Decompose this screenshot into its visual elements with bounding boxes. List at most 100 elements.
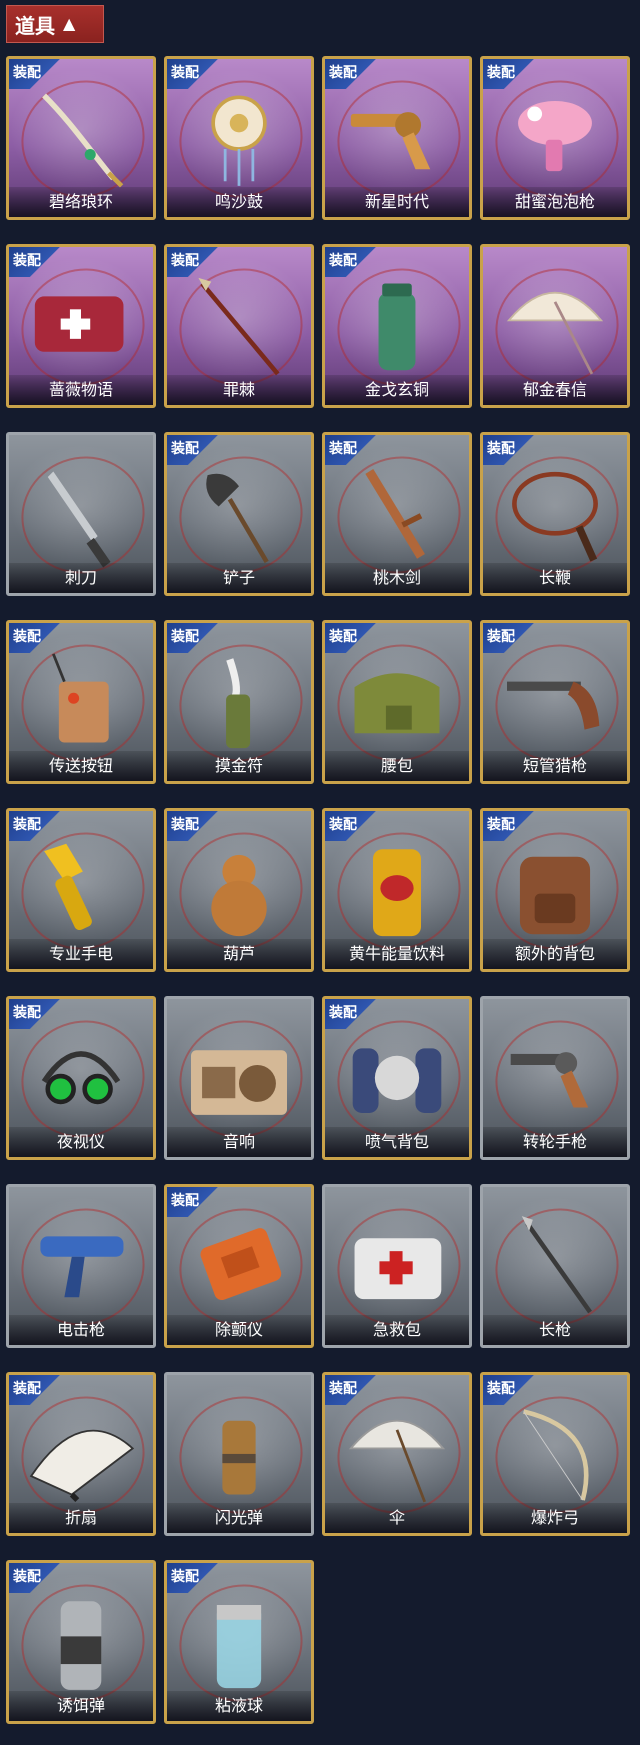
item-card[interactable]: 装配 摸金符 xyxy=(164,620,314,784)
equipped-badge: 装配 xyxy=(167,1563,221,1593)
item-card[interactable]: 装配 鸣沙鼓 xyxy=(164,56,314,220)
defibrillator-icon xyxy=(167,1205,311,1325)
item-card[interactable]: 装配 碧络琅环 xyxy=(6,56,156,220)
fan-icon xyxy=(9,1393,153,1513)
backpack-icon xyxy=(483,829,627,949)
equipped-badge: 装配 xyxy=(167,811,221,841)
item-name: 黄牛能量饮料 xyxy=(325,939,469,969)
item-card[interactable]: 郁金春信 xyxy=(480,244,630,408)
item-name: 新星时代 xyxy=(325,187,469,217)
item-name: 额外的背包 xyxy=(483,939,627,969)
item-card[interactable]: 装配 长鞭 xyxy=(480,432,630,596)
radio-icon xyxy=(167,1017,311,1137)
item-card[interactable]: 闪光弹 xyxy=(164,1372,314,1536)
equipped-badge: 装配 xyxy=(325,1375,379,1405)
equipped-badge: 装配 xyxy=(483,623,537,653)
shovel-icon xyxy=(167,453,311,573)
medkit-icon xyxy=(9,265,153,385)
equipped-badge: 装配 xyxy=(9,1563,63,1593)
item-card[interactable]: 装配 额外的背包 xyxy=(480,808,630,972)
item-card[interactable]: 音响 xyxy=(164,996,314,1160)
item-name: 伞 xyxy=(325,1503,469,1533)
item-card[interactable]: 装配 除颤仪 xyxy=(164,1184,314,1348)
item-card[interactable]: 电击枪 xyxy=(6,1184,156,1348)
item-name: 郁金春信 xyxy=(483,375,627,405)
equipped-badge: 装配 xyxy=(167,247,221,277)
item-name: 短管猎枪 xyxy=(483,751,627,781)
item-card[interactable]: 装配 罪棘 xyxy=(164,244,314,408)
item-name: 诱饵弹 xyxy=(9,1691,153,1721)
category-tab-items[interactable]: 道具 ▲ xyxy=(6,5,104,43)
item-name: 长枪 xyxy=(483,1315,627,1345)
equipped-badge: 装配 xyxy=(325,435,379,465)
item-card[interactable]: 装配 腰包 xyxy=(322,620,472,784)
chevron-up-icon[interactable]: ▲ xyxy=(63,16,75,32)
item-card[interactable]: 装配 传送按钮 xyxy=(6,620,156,784)
bow-icon xyxy=(483,1393,627,1513)
item-card[interactable]: 装配 甜蜜泡泡枪 xyxy=(480,56,630,220)
bronze-canister-icon xyxy=(325,265,469,385)
item-name: 电击枪 xyxy=(9,1315,153,1345)
item-card[interactable]: 装配 新星时代 xyxy=(322,56,472,220)
item-card[interactable]: 装配 蔷薇物语 xyxy=(6,244,156,408)
item-name: 金戈玄铜 xyxy=(325,375,469,405)
item-card[interactable]: 刺刀 xyxy=(6,432,156,596)
umbrella-icon xyxy=(325,1393,469,1513)
spear-icon xyxy=(167,265,311,385)
slime-icon xyxy=(167,1581,311,1701)
item-name: 刺刀 xyxy=(9,563,153,593)
equipped-badge: 装配 xyxy=(9,59,63,89)
parasol-icon xyxy=(483,265,627,385)
lance-icon xyxy=(483,1205,627,1325)
equipped-badge: 装配 xyxy=(325,247,379,277)
equipped-badge: 装配 xyxy=(9,811,63,841)
decoy-icon xyxy=(9,1581,153,1701)
item-card[interactable]: 装配 喷气背包 xyxy=(322,996,472,1160)
equipped-badge: 装配 xyxy=(325,811,379,841)
shotgun-icon xyxy=(483,641,627,761)
item-name: 粘液球 xyxy=(167,1691,311,1721)
jade-sword-icon xyxy=(9,77,153,197)
item-card[interactable]: 装配 折扇 xyxy=(6,1372,156,1536)
item-card[interactable]: 装配 短管猎枪 xyxy=(480,620,630,784)
item-card[interactable]: 装配 爆炸弓 xyxy=(480,1372,630,1536)
equipped-badge: 装配 xyxy=(9,999,63,1029)
remote-icon xyxy=(9,641,153,761)
item-name: 急救包 xyxy=(325,1315,469,1345)
item-card[interactable]: 装配伞 xyxy=(322,1372,472,1536)
item-card[interactable]: 装配 铲子 xyxy=(164,432,314,596)
item-name: 爆炸弓 xyxy=(483,1503,627,1533)
equipped-badge: 装配 xyxy=(325,999,379,1029)
item-card[interactable]: 装配 桃木剑 xyxy=(322,432,472,596)
item-name: 除颤仪 xyxy=(167,1315,311,1345)
item-name: 蔷薇物语 xyxy=(9,375,153,405)
goggles-icon xyxy=(9,1017,153,1137)
item-card[interactable]: 装配 金戈玄铜 xyxy=(322,244,472,408)
item-card[interactable]: 装配 夜视仪 xyxy=(6,996,156,1160)
item-card[interactable]: 装配 黄牛能量饮料 xyxy=(322,808,472,972)
item-card[interactable]: 长枪 xyxy=(480,1184,630,1348)
first-aid-icon xyxy=(325,1205,469,1325)
item-name: 桃木剑 xyxy=(325,563,469,593)
equipped-badge: 装配 xyxy=(483,435,537,465)
item-card[interactable]: 装配 粘液球 xyxy=(164,1560,314,1724)
gourd-icon xyxy=(167,829,311,949)
amulet-icon xyxy=(167,641,311,761)
item-card[interactable]: 急救包 xyxy=(322,1184,472,1348)
item-name: 传送按钮 xyxy=(9,751,153,781)
bag-icon xyxy=(325,641,469,761)
whip-icon xyxy=(483,453,627,573)
item-card[interactable]: 装配 诱饵弹 xyxy=(6,1560,156,1724)
item-card[interactable]: 装配 专业手电 xyxy=(6,808,156,972)
drum-icon xyxy=(167,77,311,197)
equipped-badge: 装配 xyxy=(167,1187,221,1217)
item-name: 转轮手枪 xyxy=(483,1127,627,1157)
item-name: 专业手电 xyxy=(9,939,153,969)
item-card[interactable]: 装配 葫芦 xyxy=(164,808,314,972)
item-grid: 装配 碧络琅环 装配 鸣沙鼓 装配 新星时代 装配 甜蜜泡泡枪 装配 蔷薇物语 装配 罪棘 装配 金戈玄铜… xyxy=(6,56,630,1724)
item-name: 碧络琅环 xyxy=(9,187,153,217)
knife-icon xyxy=(9,453,153,573)
item-name: 夜视仪 xyxy=(9,1127,153,1157)
item-card[interactable]: 转轮手枪 xyxy=(480,996,630,1160)
item-name: 长鞭 xyxy=(483,563,627,593)
